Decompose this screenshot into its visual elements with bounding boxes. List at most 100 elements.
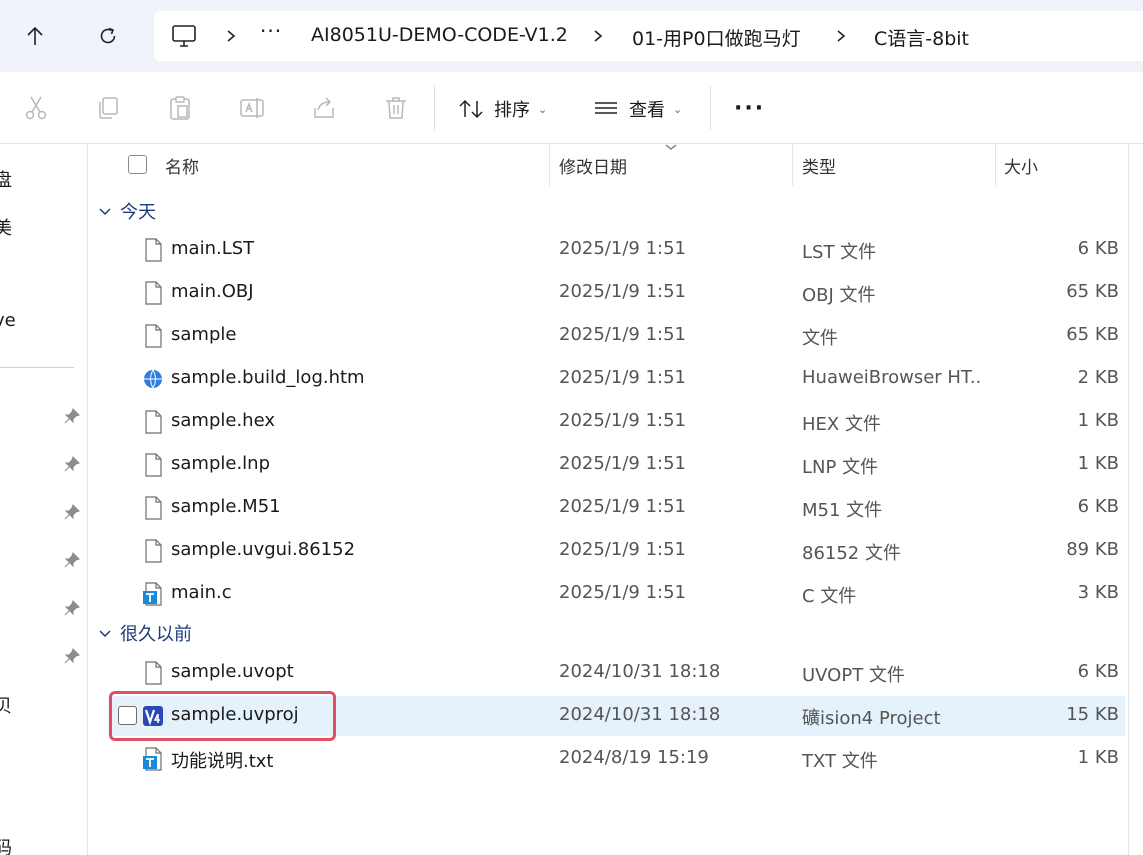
- file-name: sample.uvgui.86152: [171, 539, 356, 560]
- file-row[interactable]: main.c 2025/1/9 1:51 C 文件 3 KB: [108, 574, 1125, 614]
- up-button[interactable]: [17, 18, 53, 54]
- file-type: HuaweiBrowser HT...: [802, 367, 982, 388]
- more-options-button[interactable]: ···: [734, 96, 765, 121]
- file-row[interactable]: sample.uvgui.86152 2025/1/9 1:51 86152 文…: [108, 531, 1125, 571]
- chevron-down-icon: ⌄: [673, 102, 683, 116]
- pin-icon: [64, 648, 80, 664]
- nav-item-fragment[interactable]: ve: [0, 310, 16, 331]
- refresh-button[interactable]: [90, 18, 126, 54]
- file-date: 2024/10/31 18:18: [559, 661, 721, 682]
- cut-button[interactable]: [22, 94, 50, 122]
- document-icon: [145, 324, 162, 348]
- navigation-pane: 盘 美 ve 贝 码: [0, 144, 88, 855]
- file-type: 文件: [802, 328, 838, 349]
- refresh-icon: [100, 27, 116, 44]
- file-date: 2025/1/9 1:51: [559, 410, 686, 431]
- file-row[interactable]: sample.hex 2025/1/9 1:51 HEX 文件 1 KB: [108, 402, 1125, 442]
- file-size: 1 KB: [1077, 747, 1119, 768]
- paste-button[interactable]: [166, 94, 194, 122]
- column-header-date[interactable]: 修改日期: [559, 153, 627, 178]
- view-button[interactable]: 查看 ⌄: [593, 94, 682, 124]
- nav-divider: [0, 367, 74, 368]
- column-header-type[interactable]: 类型: [802, 153, 836, 178]
- column-divider[interactable]: [995, 144, 996, 186]
- chevron-right-icon: [837, 30, 846, 42]
- document-icon: [145, 410, 162, 434]
- document-icon: [145, 661, 162, 685]
- file-date: 2025/1/9 1:51: [559, 453, 686, 474]
- column-divider[interactable]: [792, 144, 793, 186]
- file-date: 2025/1/9 1:51: [559, 238, 686, 259]
- sort-button[interactable]: 排序 ⌄: [458, 94, 547, 124]
- pin-icon: [64, 600, 80, 616]
- column-divider[interactable]: [549, 144, 550, 186]
- document-icon: [145, 238, 162, 262]
- column-header-row: 名称 修改日期 类型 大小: [88, 144, 1143, 186]
- copy-button[interactable]: [94, 94, 122, 122]
- keil-uvision-icon: [143, 706, 163, 726]
- select-all-checkbox[interactable]: [128, 155, 147, 174]
- view-label: 查看: [629, 100, 665, 121]
- chevron-down-icon: [99, 208, 111, 216]
- pin-icon: [64, 456, 80, 472]
- file-type: TXT 文件: [802, 751, 878, 772]
- share-button[interactable]: [310, 94, 338, 122]
- text-file-icon: [143, 582, 162, 606]
- chevron-right-icon: [227, 30, 236, 42]
- scissors-icon: [25, 96, 47, 120]
- command-bar: 排序 ⌄ 查看 ⌄ ···: [0, 72, 1143, 144]
- file-size: 1 KB: [1077, 453, 1119, 474]
- file-date: 2025/1/9 1:51: [559, 582, 686, 603]
- column-header-size[interactable]: 大小: [1004, 153, 1038, 178]
- file-type: HEX 文件: [802, 414, 881, 435]
- group-label: 很久以前: [120, 624, 192, 645]
- file-row[interactable]: sample 2025/1/9 1:51 文件 65 KB: [108, 316, 1125, 356]
- nav-item-fragment[interactable]: 美: [0, 214, 12, 240]
- document-icon: [145, 281, 162, 305]
- group-header-long-ago[interactable]: 很久以前: [98, 618, 192, 648]
- nav-item-fragment[interactable]: 贝: [0, 692, 12, 718]
- sort-icon: [459, 99, 483, 119]
- file-row-selected[interactable]: sample.uvproj 2024/10/31 18:18 礦ision4 P…: [108, 696, 1125, 736]
- pin-icon: [64, 552, 80, 568]
- file-name: sample.M51: [171, 496, 281, 517]
- file-row[interactable]: main.LST 2025/1/9 1:51 LST 文件 6 KB: [108, 230, 1125, 270]
- file-row[interactable]: 功能说明.txt 2024/8/19 15:19 TXT 文件 1 KB: [108, 739, 1125, 779]
- file-row[interactable]: sample.uvopt 2024/10/31 18:18 UVOPT 文件 6…: [108, 653, 1125, 693]
- column-header-name[interactable]: 名称: [165, 153, 199, 178]
- file-type: 礦ision4 Project: [802, 708, 941, 729]
- pin-icon: [64, 504, 80, 520]
- document-icon: [145, 496, 162, 520]
- sort-label: 排序: [494, 100, 530, 121]
- address-field[interactable]: ··· AI8051U-DEMO-CODE-V1.2 01-用P0口做跑马灯 C…: [154, 11, 1143, 61]
- file-size: 3 KB: [1077, 582, 1119, 603]
- copy-icon: [99, 97, 118, 119]
- chevron-down-icon: ⌄: [538, 102, 548, 116]
- document-icon: [145, 539, 162, 563]
- file-row[interactable]: sample.build_log.htm 2025/1/9 1:51 Huawe…: [108, 359, 1125, 399]
- delete-button[interactable]: [382, 94, 410, 122]
- trash-icon: [386, 97, 406, 119]
- breadcrumb-item[interactable]: AI8051U-DEMO-CODE-V1.2: [311, 24, 568, 46]
- rename-button[interactable]: [238, 94, 266, 122]
- nav-item-fragment[interactable]: 码: [0, 834, 12, 855]
- file-row[interactable]: sample.M51 2025/1/9 1:51 M51 文件 6 KB: [108, 488, 1125, 528]
- share-icon: [314, 97, 334, 118]
- list-right-edge: [1128, 144, 1129, 855]
- file-date: 2024/8/19 15:19: [559, 747, 709, 768]
- chevron-down-icon: [99, 630, 111, 638]
- file-type: LST 文件: [802, 242, 877, 263]
- breadcrumb-overflow[interactable]: ···: [260, 19, 282, 43]
- file-name: sample.uvproj: [171, 704, 299, 725]
- group-header-today[interactable]: 今天: [98, 196, 156, 226]
- file-date: 2024/10/31 18:18: [559, 704, 721, 725]
- row-checkbox[interactable]: [118, 706, 137, 725]
- chevron-right-icon: [594, 30, 603, 42]
- file-date: 2025/1/9 1:51: [559, 367, 686, 388]
- breadcrumb-item-current[interactable]: C语言-8bit: [874, 24, 969, 51]
- file-row[interactable]: main.OBJ 2025/1/9 1:51 OBJ 文件 65 KB: [108, 273, 1125, 313]
- nav-item-fragment[interactable]: 盘: [0, 166, 12, 192]
- breadcrumb-item[interactable]: 01-用P0口做跑马灯: [632, 24, 801, 51]
- file-row[interactable]: sample.lnp 2025/1/9 1:51 LNP 文件 1 KB: [108, 445, 1125, 485]
- file-name: sample.uvopt: [171, 661, 294, 682]
